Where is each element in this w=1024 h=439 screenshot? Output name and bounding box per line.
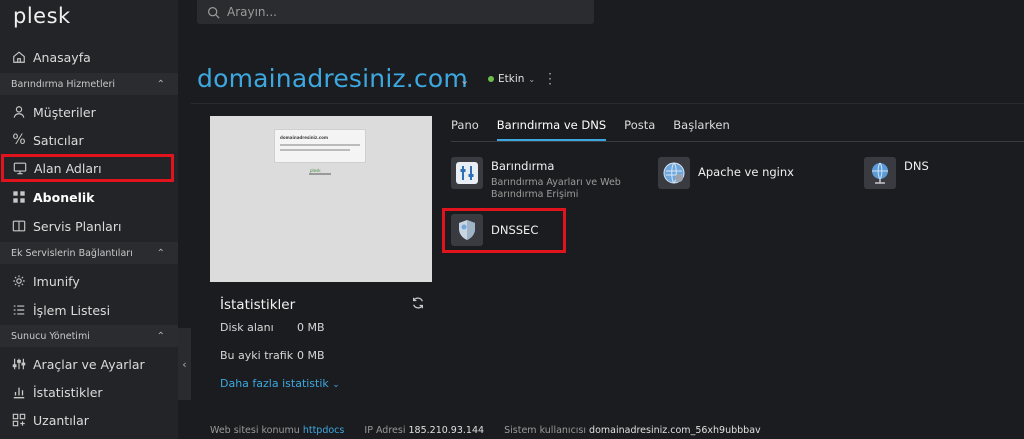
sidebar-item-label: Araçlar ve Ayarlar <box>33 356 145 372</box>
monitor-icon <box>12 160 28 176</box>
sidebar-item-imunify[interactable]: Imunify <box>0 267 178 295</box>
stat-row-disk: Disk alanı 0 MB <box>220 321 325 334</box>
tab-divider <box>451 141 1024 142</box>
more-options-icon[interactable]: · · · <box>547 68 553 90</box>
page-title[interactable]: domainadresiniz.com <box>197 64 468 93</box>
sidebar-section-hosting[interactable]: Barındırma Hizmetleri ⌃ <box>0 73 178 95</box>
preview-card: domainadresiniz.com <box>274 129 366 163</box>
sidebar-item-resellers[interactable]: % Satıcılar <box>0 126 178 154</box>
more-stats-link[interactable]: Daha fazla istatistik ⌄ <box>220 377 340 390</box>
bar-chart-icon <box>11 384 27 400</box>
sidebar-item-subscriptions[interactable]: Abonelik <box>0 183 178 211</box>
status-dropdown[interactable]: Etkin ⌄ <box>488 73 535 85</box>
search-input[interactable]: Arayın... <box>197 0 594 24</box>
footer-user-value: domainadresiniz.com_56xh9ubbbav <box>589 425 761 436</box>
preview-text-line <box>280 149 350 151</box>
dns-icon <box>864 157 896 189</box>
sidebar-item-label: Abonelik <box>33 189 95 205</box>
sidebar-item-label: Müşteriler <box>33 104 96 120</box>
preview-site-title: domainadresiniz.com <box>280 135 329 140</box>
tile-title: Apache ve nginx <box>698 165 794 179</box>
section-label: Sunucu Yönetimi <box>11 330 90 342</box>
chevron-down-icon: ⌄ <box>528 74 536 84</box>
tab-hosting-dns[interactable]: Barındırma ve DNS <box>496 118 607 142</box>
grid-icon <box>11 189 27 205</box>
sidebar-collapse-handle[interactable]: ‹ <box>178 328 191 400</box>
sidebar: plesk Anasayfa Barındırma Hizmetleri ⌃ M… <box>0 0 178 439</box>
preview-text-line <box>280 144 360 146</box>
footer-ip-label: IP Adresi <box>364 425 406 436</box>
sidebar-section-server[interactable]: Sunucu Yönetimi ⌃ <box>0 325 178 347</box>
search-placeholder: Arayın... <box>227 5 277 19</box>
footer-ip-value: 185.210.93.144 <box>408 425 485 436</box>
user-icon <box>11 104 27 120</box>
sidebar-item-domains[interactable]: Alan Adları <box>1 154 174 182</box>
sidebar-item-service-plans[interactable]: Servis Planları <box>0 212 178 240</box>
sidebar-item-label: Servis Planları <box>33 218 122 234</box>
sidebar-item-label: Satıcılar <box>33 132 84 148</box>
sidebar-item-extensions[interactable]: Uzantılar <box>0 406 178 434</box>
stat-label: Disk alanı <box>220 321 274 334</box>
dnssec-highlight <box>442 208 566 253</box>
sidebar-item-label: Alan Adları <box>34 160 102 176</box>
book-icon <box>11 218 27 234</box>
tab-bar: Pano Barındırma ve DNS Posta Başlarken <box>451 118 748 142</box>
gear-icon <box>11 273 27 289</box>
chevron-up-icon: ⌃ <box>156 247 165 259</box>
status-badge: Etkin <box>498 73 525 85</box>
stat-label: Bu ayki trafik <box>220 349 294 362</box>
chevron-left-icon: ‹ <box>182 357 187 371</box>
chevron-down-icon: ⌄ <box>332 380 340 390</box>
sidebar-item-tools[interactable]: Araçlar ve Ayarlar <box>0 350 178 378</box>
sidebar-item-home[interactable]: Anasayfa <box>0 43 178 71</box>
hosting-settings-icon <box>451 157 483 189</box>
section-label: Ek Servislerin Bağlantıları <box>11 247 133 259</box>
preview-footer-line <box>309 173 331 175</box>
sidebar-section-extensions[interactable]: Ek Servislerin Bağlantıları ⌃ <box>0 242 178 264</box>
stat-value: 0 MB <box>297 321 325 334</box>
footer-location-label: Web sitesi konumu <box>210 425 300 436</box>
site-preview[interactable]: domainadresiniz.com plesk <box>210 116 432 282</box>
tile-description: Barındırma Ayarları ve Web Barındırma Er… <box>491 177 621 200</box>
tab-mail[interactable]: Posta <box>624 118 655 142</box>
stat-value: 0 MB <box>297 349 325 362</box>
refresh-icon[interactable] <box>411 296 425 310</box>
section-label: Barındırma Hizmetleri <box>11 78 116 90</box>
chevron-up-icon: ⌃ <box>156 330 165 342</box>
sidebar-item-customers[interactable]: Müşteriler <box>0 98 178 126</box>
status-dot-icon <box>488 76 494 82</box>
footer-info: Web sitesi konumu httpdocs IP Adresi 185… <box>210 425 761 436</box>
sliders-icon <box>11 356 27 372</box>
plesk-logo[interactable]: plesk <box>13 4 71 28</box>
chevron-down-icon[interactable]: ⌄ <box>460 74 469 87</box>
puzzle-icon <box>11 412 27 428</box>
sidebar-item-label: İstatistikler <box>33 384 103 400</box>
home-icon <box>11 49 27 65</box>
sidebar-item-label: Anasayfa <box>33 49 91 65</box>
tile-hosting[interactable]: Barındırma Barındırma Ayarları ve Web Ba… <box>451 157 631 201</box>
sidebar-item-task-list[interactable]: İşlem Listesi <box>0 296 178 324</box>
tile-dns[interactable]: DNS <box>864 157 929 189</box>
tile-title: Barındırma <box>491 159 555 173</box>
list-icon <box>11 302 27 318</box>
tile-title: DNS <box>904 159 929 173</box>
sidebar-item-label: Uzantılar <box>33 412 89 428</box>
more-stats-label: Daha fazla istatistik <box>220 377 329 390</box>
percent-icon: % <box>12 132 26 148</box>
footer-user-label: Sistem kullanıcısı <box>504 425 587 436</box>
stats-title: İstatistikler <box>220 297 296 313</box>
stat-row-traffic: Bu ayki trafik 0 MB <box>220 349 325 362</box>
tab-getting-started[interactable]: Başlarken <box>673 118 730 142</box>
tile-apache-nginx[interactable]: Apache ve nginx <box>658 157 794 189</box>
sidebar-item-statistics[interactable]: İstatistikler <box>0 378 178 406</box>
search-icon <box>208 6 220 19</box>
sidebar-item-label: İşlem Listesi <box>33 302 111 318</box>
apache-nginx-icon <box>658 157 690 189</box>
divider <box>191 103 1024 104</box>
tab-dashboard[interactable]: Pano <box>451 118 479 142</box>
sidebar-item-label: Imunify <box>33 273 80 289</box>
footer-location-link[interactable]: httpdocs <box>303 425 345 436</box>
chevron-up-icon: ⌃ <box>156 78 165 90</box>
